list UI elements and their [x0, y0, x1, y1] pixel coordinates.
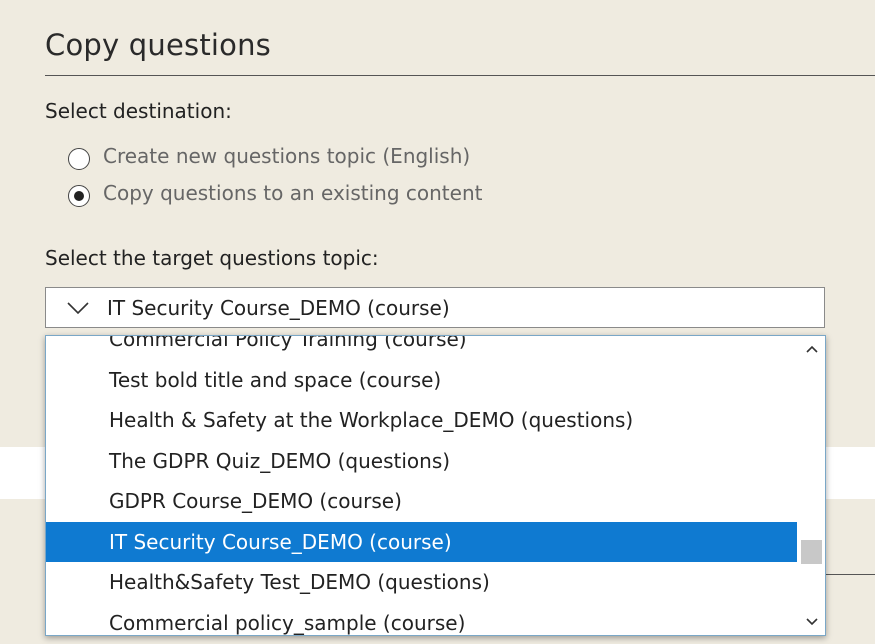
dropdown-scrollbar[interactable] — [797, 336, 825, 635]
page-title: Copy questions — [45, 28, 271, 62]
radio-copy-existing-label: Copy questions to an existing content — [103, 181, 483, 205]
chevron-down-icon — [67, 296, 91, 320]
background-divider — [826, 574, 875, 575]
radio-copy-existing[interactable]: Copy questions to an existing content — [68, 179, 482, 207]
radio-create-new-topic[interactable]: Create new questions topic (English) — [68, 142, 470, 170]
radio-create-new-topic-label: Create new questions topic (English) — [103, 144, 471, 168]
radio-copy-existing-button[interactable] — [68, 185, 90, 207]
target-topic-label: Select the target questions topic: — [45, 246, 379, 270]
option-gdpr-quiz[interactable]: The GDPR Quiz_DEMO (questions) — [46, 441, 798, 482]
destination-label: Select destination: — [45, 99, 232, 123]
option-health-safety-workplace[interactable]: Health & Safety at the Workplace_DEMO (q… — [46, 400, 798, 441]
radio-create-new-topic-button[interactable] — [68, 148, 90, 170]
option-health-safety-test[interactable]: Health&Safety Test_DEMO (questions) — [46, 562, 798, 603]
target-topic-dropdown-list[interactable]: Commercial Policy Training (course) Test… — [45, 335, 826, 636]
scrollbar-thumb[interactable] — [801, 540, 822, 564]
target-topic-select[interactable]: IT Security Course_DEMO (course) — [45, 287, 825, 328]
chevron-down-icon[interactable] — [798, 611, 825, 633]
title-divider — [45, 75, 875, 76]
option-commercial-policy-sample[interactable]: Commercial policy_sample (course) — [46, 603, 798, 636]
option-it-security-course[interactable]: IT Security Course_DEMO (course) — [46, 521, 798, 562]
option-list: Commercial Policy Training (course) Test… — [46, 336, 798, 636]
select-value: IT Security Course_DEMO (course) — [107, 295, 450, 320]
option-test-bold-title[interactable]: Test bold title and space (course) — [46, 360, 798, 401]
chevron-up-icon[interactable] — [798, 338, 825, 360]
option-gdpr-course[interactable]: GDPR Course_DEMO (course) — [46, 481, 798, 522]
option-commercial-policy-training[interactable]: Commercial Policy Training (course) — [46, 336, 798, 360]
